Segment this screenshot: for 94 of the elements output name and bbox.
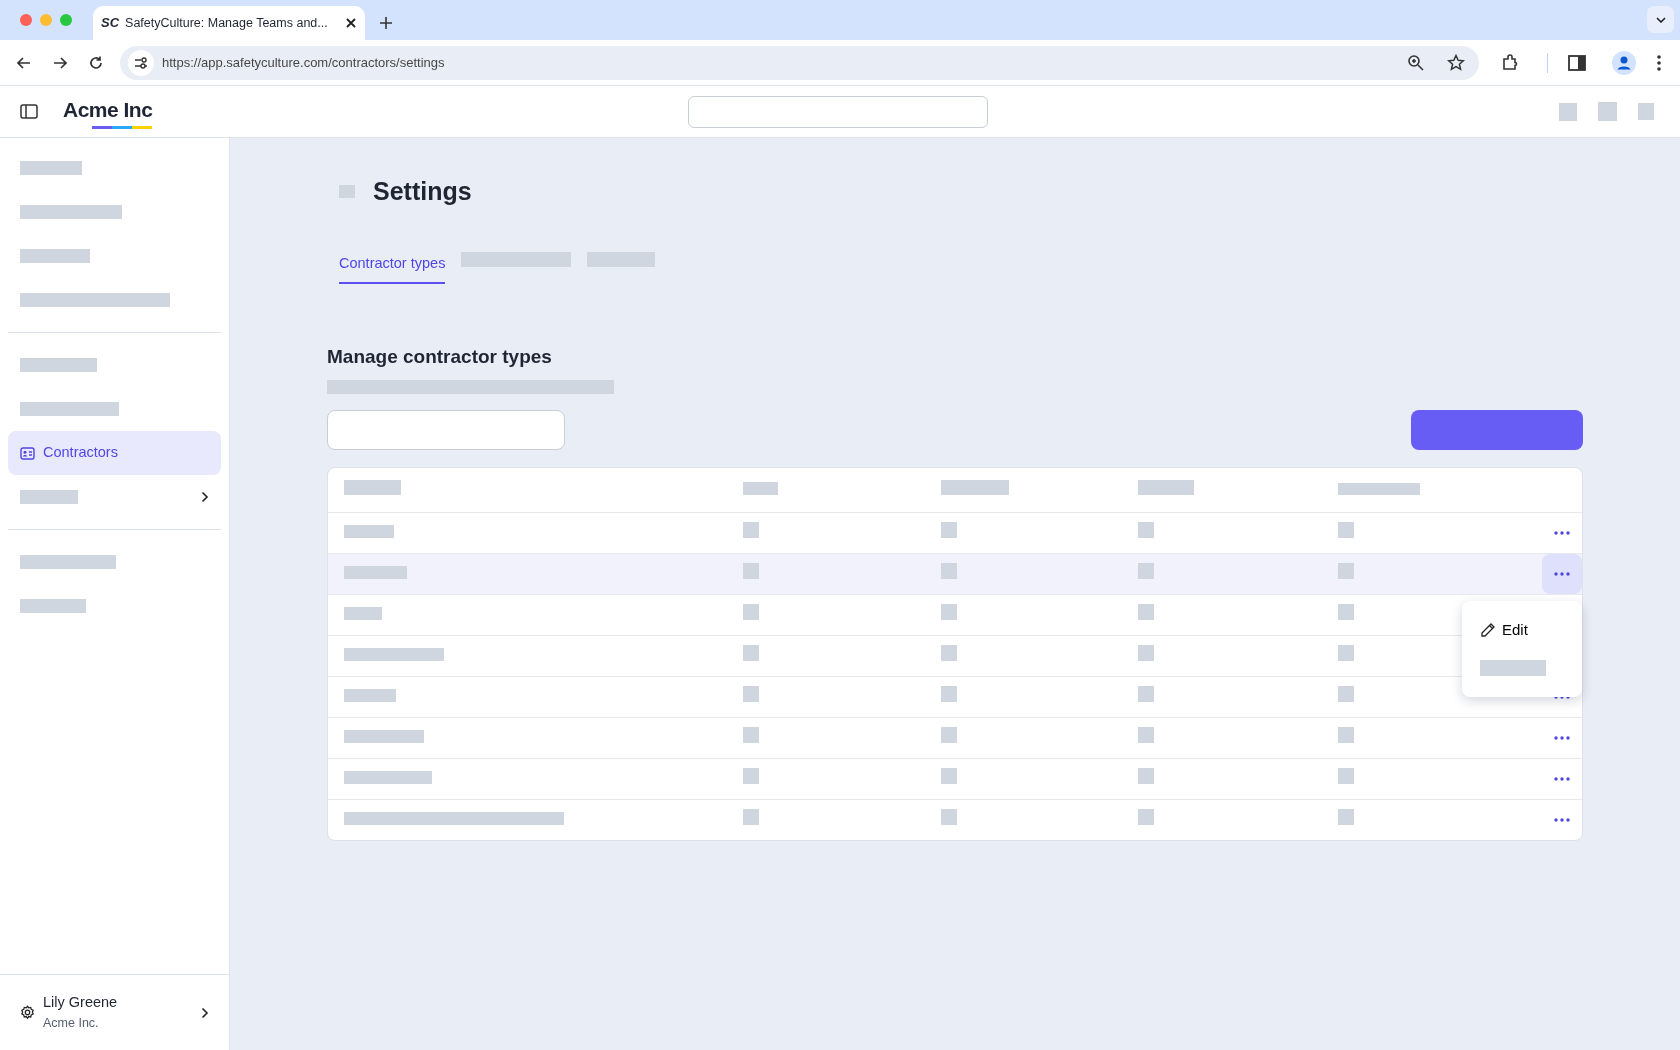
- placeholder-bar: [1338, 768, 1354, 785]
- placeholder-bar: [941, 809, 957, 826]
- address-bar[interactable]: https://app.safetyculture.com/contractors/settings: [120, 45, 1479, 80]
- placeholder-bar: [1138, 686, 1154, 703]
- menu-icon[interactable]: [1656, 53, 1662, 72]
- id-card-icon: [20, 446, 35, 460]
- placeholder-bar: [941, 480, 1009, 496]
- settings-icon[interactable]: [20, 1005, 35, 1020]
- organization-name: Acme Inc.: [43, 1015, 100, 1032]
- placeholder-bar: [1338, 727, 1354, 744]
- placeholder-bar: [941, 727, 957, 744]
- section-title: Manage contractor types: [327, 344, 553, 369]
- new-tab-icon[interactable]: [379, 16, 393, 30]
- placeholder-bar: [941, 645, 957, 662]
- placeholder-bar: [743, 727, 759, 744]
- url-text: https://app.safetyculture.com/contractors/settings: [162, 53, 446, 72]
- placeholder-bar: [743, 563, 759, 580]
- placeholder-bar: [1138, 563, 1154, 580]
- placeholder-bar: [743, 645, 759, 662]
- profile-icon[interactable]: [1612, 50, 1636, 75]
- star-icon[interactable]: [1447, 53, 1465, 72]
- maximize-window-button[interactable]: [60, 14, 72, 26]
- search-field[interactable]: [688, 96, 988, 128]
- chevron-icon[interactable]: [201, 491, 209, 503]
- placeholder-bar: [941, 768, 957, 785]
- ellipsis-icon: [1554, 531, 1570, 536]
- ellipsis-icon: [1554, 818, 1570, 823]
- close-window-button[interactable]: [20, 14, 32, 26]
- extensions-icon[interactable]: [1501, 53, 1519, 72]
- placeholder-bar: [1338, 604, 1354, 621]
- page-title: Settings: [373, 176, 472, 206]
- placeholder-bar: [1338, 686, 1354, 703]
- zoom-icon[interactable]: [1407, 53, 1425, 72]
- site-settings-icon[interactable]: [128, 49, 154, 76]
- tab[interactable]: Contractor types: [339, 252, 446, 285]
- placeholder-bar: [339, 184, 355, 198]
- placeholder-bar: [941, 686, 957, 703]
- chevron-icon[interactable]: [201, 1006, 209, 1019]
- placeholder-bar: [1138, 604, 1154, 621]
- ellipsis-icon: [1554, 777, 1570, 782]
- caret-icon: [1655, 16, 1666, 23]
- back-icon[interactable]: [16, 54, 32, 71]
- placeholder-bar: [743, 522, 759, 539]
- placeholder-bar: [1138, 522, 1154, 539]
- sidebar-item[interactable]: Contractors: [8, 431, 221, 475]
- placeholder-bar: [1338, 809, 1354, 826]
- placeholder-bar: [344, 525, 394, 539]
- placeholder-bar: [1338, 645, 1354, 662]
- forward-icon[interactable]: [52, 54, 68, 71]
- placeholder-bar: [743, 768, 759, 785]
- placeholder-bar: [1338, 522, 1354, 539]
- placeholder-bar: [941, 522, 957, 539]
- placeholder-bar: [344, 566, 407, 580]
- sidebar-toggle-icon[interactable]: [20, 104, 38, 119]
- placeholder-bar: [1338, 563, 1354, 580]
- placeholder-bar: [1638, 103, 1654, 120]
- placeholder-bar: [1138, 768, 1154, 785]
- placeholder-bar: [20, 249, 90, 263]
- menu-item[interactable]: Edit: [1480, 611, 1528, 650]
- placeholder-bar: [344, 689, 396, 703]
- placeholder-bar: [1480, 660, 1546, 677]
- browser-tab[interactable]: SC SafetyCulture: Manage Teams and...: [93, 6, 365, 40]
- placeholder-bar: [20, 161, 82, 175]
- reload-icon[interactable]: [88, 54, 104, 71]
- ellipsis-icon: [1554, 736, 1570, 741]
- tab-list-button[interactable]: [1647, 6, 1674, 33]
- placeholder-bar: [743, 482, 778, 496]
- user-name: Lily Greene: [43, 993, 118, 1013]
- placeholder-bar: [941, 563, 957, 580]
- placeholder-bar: [1138, 480, 1194, 496]
- placeholder-bar: [743, 604, 759, 621]
- placeholder-bar: [1138, 809, 1154, 826]
- placeholder-bar: [743, 809, 759, 826]
- primary-button[interactable]: [1411, 410, 1583, 451]
- placeholder-bar: [20, 599, 86, 613]
- favicon: SC: [101, 14, 120, 33]
- placeholder-bar: [344, 607, 382, 621]
- placeholder-bar: [941, 604, 957, 621]
- placeholder-bar: [1598, 102, 1617, 121]
- placeholder-bar: [1138, 727, 1154, 744]
- close-icon[interactable]: [345, 17, 357, 29]
- tab-title: SafetyCulture: Manage Teams and...: [125, 14, 329, 32]
- placeholder-bar: [1559, 102, 1577, 121]
- placeholder-bar: [344, 480, 401, 496]
- placeholder-bar: [743, 686, 759, 703]
- placeholder-bar: [20, 490, 78, 504]
- ellipsis-icon: [1554, 572, 1570, 577]
- search-field[interactable]: [327, 410, 565, 451]
- placeholder-bar: [1138, 645, 1154, 662]
- minimize-window-button[interactable]: [40, 14, 52, 26]
- pencil-icon: [1480, 622, 1496, 639]
- side-panel-icon[interactable]: [1568, 54, 1586, 71]
- more-button[interactable]: [1542, 554, 1582, 595]
- ellipsis-icon: [1554, 695, 1570, 700]
